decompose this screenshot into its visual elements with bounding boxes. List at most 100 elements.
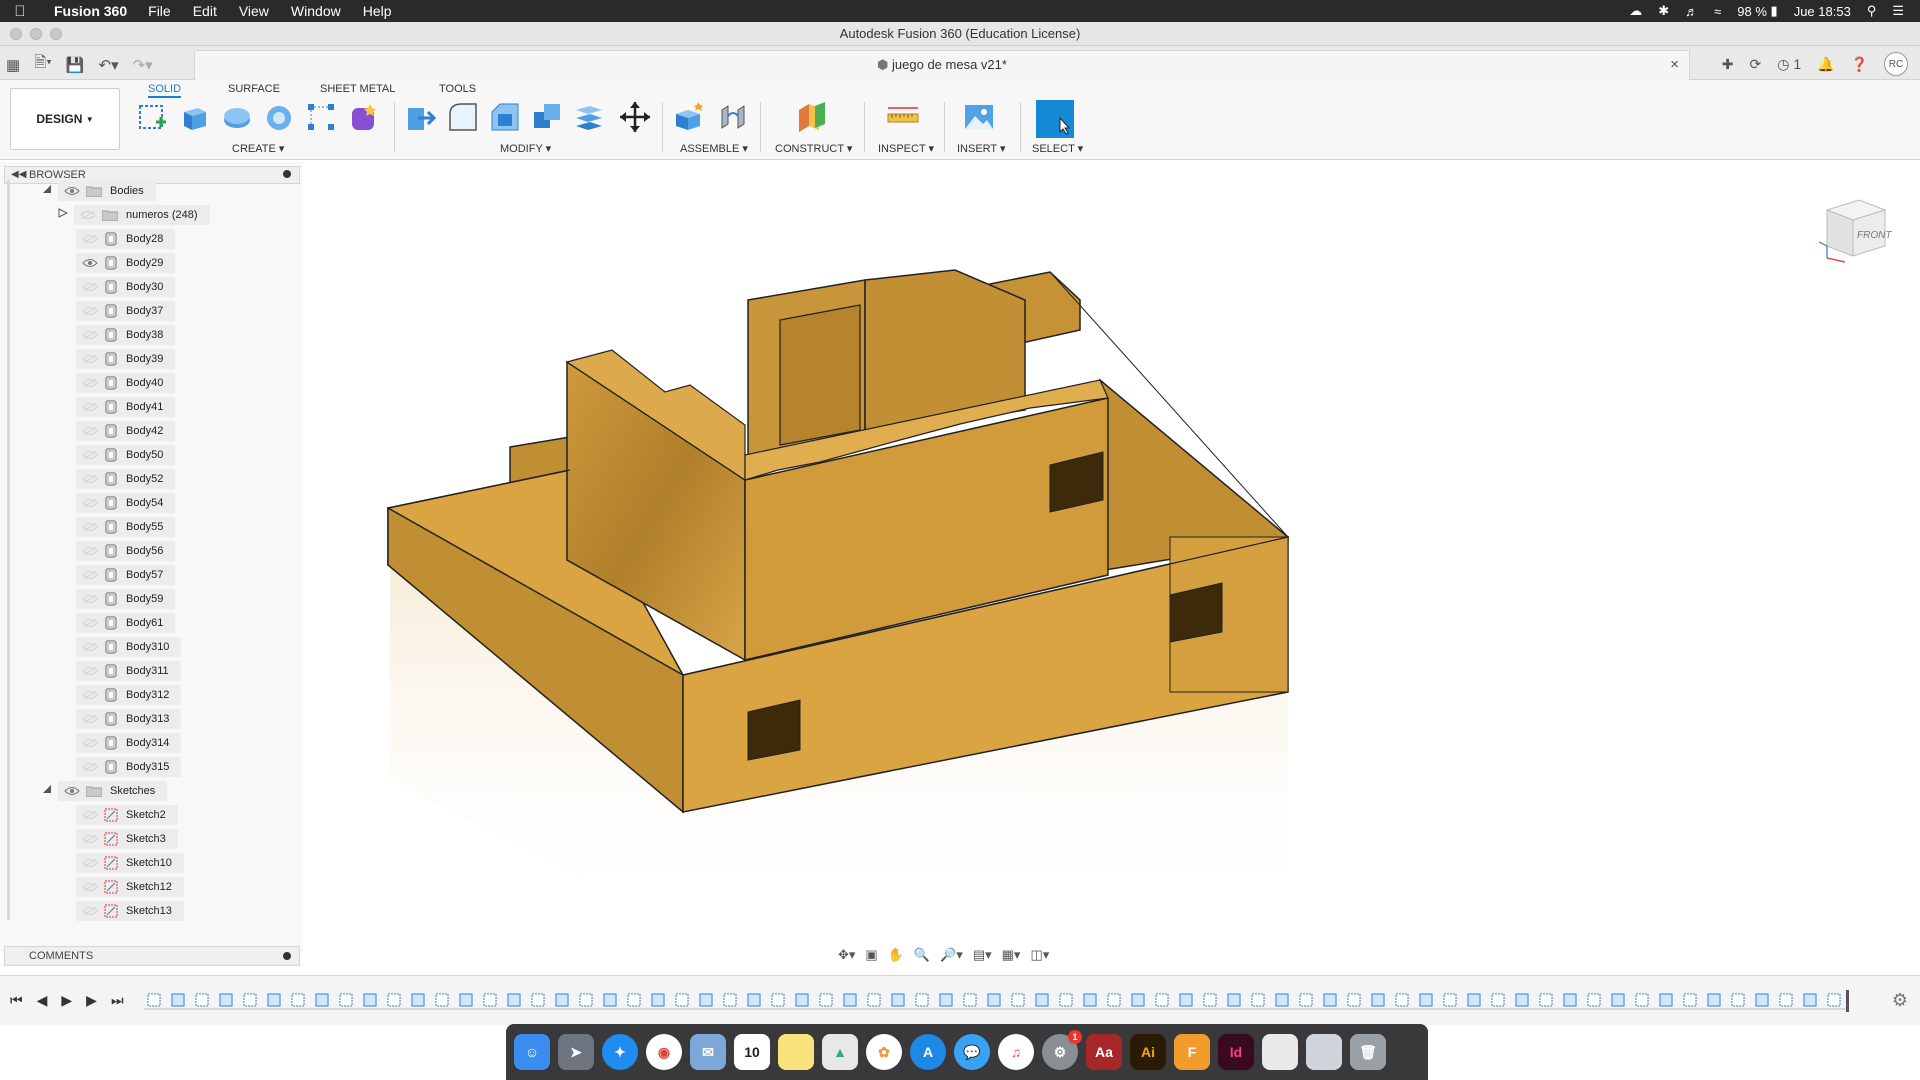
trash-icon[interactable]: 🗑 bbox=[1350, 1034, 1386, 1070]
timeline-settings-gear-icon[interactable]: ⚙ bbox=[1892, 990, 1908, 1011]
timeline-feature-icon[interactable] bbox=[243, 993, 257, 1007]
maps-icon[interactable]: ▲ bbox=[822, 1034, 858, 1070]
timeline-feature-icon[interactable] bbox=[939, 993, 953, 1007]
fusion-360-icon[interactable]: F bbox=[1174, 1034, 1210, 1070]
split-body-icon[interactable] bbox=[572, 100, 606, 134]
select-menu[interactable]: SELECT ▾ bbox=[1032, 142, 1083, 155]
tab-surface[interactable]: SURFACE bbox=[228, 80, 280, 98]
visibility-eye-icon[interactable] bbox=[82, 570, 98, 580]
view-cube[interactable]: FRONT bbox=[1815, 188, 1895, 268]
grid-settings-icon[interactable]: ▦▾ bbox=[1002, 947, 1021, 963]
timeline-feature-icon[interactable] bbox=[1827, 993, 1841, 1007]
visibility-eye-icon[interactable] bbox=[82, 450, 98, 460]
timeline-feature-icon[interactable] bbox=[915, 993, 929, 1007]
tree-item-sketch[interactable]: Sketch3 bbox=[76, 828, 178, 850]
minimize-window-button[interactable] bbox=[30, 28, 42, 40]
visibility-eye-icon[interactable] bbox=[82, 882, 98, 892]
app-menu[interactable]: Fusion 360 bbox=[40, 3, 137, 19]
menu-file[interactable]: File bbox=[137, 3, 182, 19]
timeline-feature-icon[interactable] bbox=[1131, 993, 1145, 1007]
spotlight-search-icon[interactable]: ⚲ bbox=[1867, 3, 1877, 19]
viewports-icon[interactable]: ◫▾ bbox=[1030, 947, 1049, 963]
photos-icon[interactable]: ✿ bbox=[866, 1034, 902, 1070]
visibility-eye-icon[interactable] bbox=[64, 186, 80, 196]
measure-icon[interactable] bbox=[886, 100, 920, 134]
timeline-feature-icon[interactable] bbox=[843, 993, 857, 1007]
sweep-icon[interactable] bbox=[262, 100, 296, 134]
folder-numeros[interactable]: numeros (248) bbox=[58, 204, 210, 226]
step-back-icon[interactable]: ◀ bbox=[37, 992, 48, 1009]
display-settings-icon[interactable]: ▤▾ bbox=[973, 947, 992, 963]
undo-icon[interactable]: ↶▾ bbox=[99, 56, 119, 74]
app-store-icon[interactable]: A bbox=[910, 1034, 946, 1070]
timeline-feature-icon[interactable] bbox=[1395, 993, 1409, 1007]
tree-item-body[interactable]: Body57 bbox=[76, 564, 176, 586]
visibility-eye-icon[interactable] bbox=[82, 282, 98, 292]
tree-item-body[interactable]: Body54 bbox=[76, 492, 176, 514]
notifications-bell-icon[interactable]: 🔔 bbox=[1817, 56, 1834, 73]
tree-item-body[interactable]: Body55 bbox=[76, 516, 176, 538]
volume-icon[interactable]: ♬ bbox=[1685, 4, 1698, 19]
close-tab-icon[interactable]: × bbox=[1670, 51, 1679, 79]
pin-panel-icon[interactable] bbox=[283, 170, 291, 178]
tree-item-body[interactable]: Body50 bbox=[76, 444, 176, 466]
combine-icon[interactable] bbox=[530, 100, 564, 134]
tree-item-body[interactable]: Body59 bbox=[76, 588, 176, 610]
joint-icon[interactable] bbox=[716, 100, 750, 134]
timeline-feature-icon[interactable] bbox=[555, 993, 569, 1007]
mail-icon[interactable]: ✉ bbox=[690, 1034, 726, 1070]
creative-cloud-icon[interactable]: ☁ bbox=[1629, 3, 1642, 19]
safari-icon[interactable]: ✦ bbox=[602, 1034, 638, 1070]
timeline-feature-icon[interactable] bbox=[603, 993, 617, 1007]
timeline-feature-icon[interactable] bbox=[339, 993, 353, 1007]
visibility-eye-icon[interactable] bbox=[82, 738, 98, 748]
extrude-icon[interactable] bbox=[178, 100, 212, 134]
3d-model[interactable] bbox=[303, 162, 1920, 970]
timeline-feature-icon[interactable] bbox=[1467, 993, 1481, 1007]
timeline-feature-icon[interactable] bbox=[1251, 993, 1265, 1007]
redo-icon[interactable]: ↷▾ bbox=[133, 56, 153, 74]
revolve-icon[interactable] bbox=[220, 100, 254, 134]
timeline-feature-icon[interactable] bbox=[627, 993, 641, 1007]
workspace-switcher[interactable]: DESIGN ▼ bbox=[10, 88, 120, 150]
notes-icon[interactable] bbox=[778, 1034, 814, 1070]
create-form-icon[interactable] bbox=[346, 100, 380, 134]
insert-menu[interactable]: INSERT ▾ bbox=[957, 142, 1006, 155]
timeline-feature-icon[interactable] bbox=[195, 993, 209, 1007]
timeline-feature-icon[interactable] bbox=[963, 993, 977, 1007]
timeline-feature-icon[interactable] bbox=[1803, 993, 1817, 1007]
collapse-icon[interactable] bbox=[42, 780, 52, 802]
tree-item-sketch[interactable]: Sketch2 bbox=[76, 804, 178, 826]
visibility-eye-icon[interactable] bbox=[82, 858, 98, 868]
tree-item-body[interactable]: Body311 bbox=[76, 660, 181, 682]
timeline-feature-icon[interactable] bbox=[483, 993, 497, 1007]
pan-icon[interactable]: ✋ bbox=[888, 947, 904, 963]
folder-bodies[interactable]: Bodies bbox=[42, 180, 156, 202]
timeline-feature-icon[interactable] bbox=[363, 993, 377, 1007]
press-pull-icon[interactable] bbox=[404, 100, 438, 134]
tree-item-body[interactable]: Body29 bbox=[76, 252, 176, 274]
bluetooth-icon[interactable]: ✱ bbox=[1658, 3, 1669, 19]
visibility-eye-icon[interactable] bbox=[82, 690, 98, 700]
offset-plane-icon[interactable] bbox=[795, 100, 829, 134]
timeline-feature-icon[interactable] bbox=[315, 993, 329, 1007]
timeline-feature-icon[interactable] bbox=[507, 993, 521, 1007]
timeline-feature-icon[interactable] bbox=[1011, 993, 1025, 1007]
visibility-eye-icon[interactable] bbox=[82, 546, 98, 556]
visibility-eye-icon[interactable] bbox=[82, 810, 98, 820]
orbit-icon[interactable]: ✥▾ bbox=[838, 947, 855, 963]
file-menu-icon[interactable]: 🗎▾ bbox=[34, 52, 52, 77]
tree-item-body[interactable]: Body313 bbox=[76, 708, 182, 730]
user-avatar[interactable]: RC bbox=[1884, 52, 1908, 76]
menu-help[interactable]: Help bbox=[352, 3, 403, 19]
visibility-eye-icon[interactable] bbox=[82, 666, 98, 676]
timeline-feature-icon[interactable] bbox=[267, 993, 281, 1007]
timeline-feature-icon[interactable] bbox=[987, 993, 1001, 1007]
timeline-feature-icon[interactable] bbox=[1227, 993, 1241, 1007]
visibility-eye-icon[interactable] bbox=[82, 306, 98, 316]
fit-icon[interactable]: 🔎▾ bbox=[940, 947, 963, 963]
timeline-feature-icon[interactable] bbox=[1347, 993, 1361, 1007]
menu-edit[interactable]: Edit bbox=[182, 3, 228, 19]
move-copy-icon[interactable] bbox=[618, 100, 652, 134]
timeline-feature-icon[interactable] bbox=[387, 993, 401, 1007]
